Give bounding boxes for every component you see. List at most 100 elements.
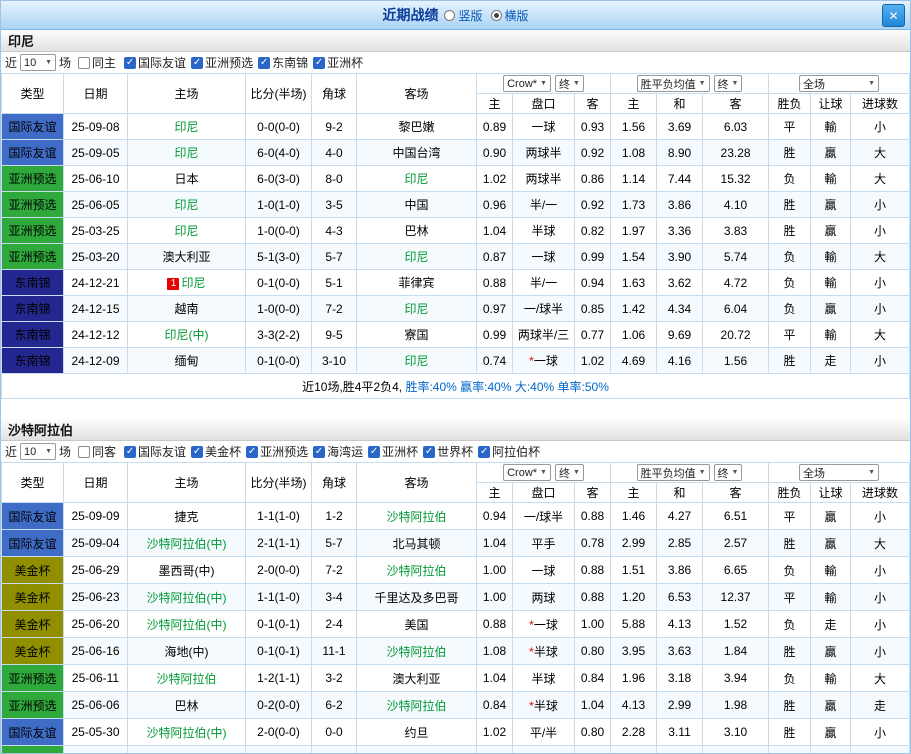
draw-odds-cell: 7.44 — [656, 165, 704, 192]
team-section: 沙特阿拉伯 近 10 ▼ 场 同客 ✓ 国际友谊 ✓ 美金杯 ✓ 亚洲预选 ✓ 海湾运 ✓ 亚洲杯… — [1, 419, 910, 753]
ah-away-odds-cell: 1.04 — [573, 691, 612, 719]
date-cell: 25-06-10 — [63, 165, 128, 192]
ah-home-odds-cell: 1.04 — [476, 664, 513, 692]
match-scope-select[interactable]: 全场 ▼ — [799, 464, 880, 481]
near-label: 近 — [5, 56, 18, 70]
away-win-odds-cell: 1.84 — [702, 637, 770, 665]
away-team-cell: 黎巴嫩 — [356, 113, 477, 140]
away-win-odds-cell: 1.52 — [702, 610, 770, 638]
home-team-cell: 日本 — [127, 165, 246, 192]
league-filter[interactable]: ✓ 阿拉伯杯 — [478, 443, 540, 460]
league-filter-label: 亚洲杯 — [382, 445, 419, 460]
odds-average-select[interactable]: 胜平负均值 ▼ — [636, 464, 710, 481]
match-row: 亚洲预选 25-06-11 沙特阿拉伯 1-2(1-1) 3-2 澳大利亚 1.04 半球 0.… — [1, 664, 910, 692]
same-venue-filter[interactable]: 同客 — [78, 443, 116, 460]
away-team-cell: 澳大利亚 — [356, 664, 477, 692]
home-win-odds-cell: 1.14 — [610, 165, 658, 192]
odds-final-select[interactable]: 终 ▼ — [713, 464, 743, 481]
ah-final-select[interactable]: 终 ▼ — [554, 75, 584, 92]
goals-result-cell: 小 — [850, 502, 910, 530]
near-label: 近 — [5, 445, 18, 459]
odds-average-select[interactable]: 胜平负均值 ▼ — [636, 75, 710, 92]
handicap-result-cell: 贏 — [810, 217, 852, 244]
away-team-name: 北马其顿 — [392, 536, 441, 551]
league-filter[interactable]: ✓ 亚洲预选 — [191, 54, 253, 71]
match-count-select[interactable]: 10 ▼ — [20, 443, 57, 460]
close-button[interactable]: ✕ — [882, 4, 905, 27]
ah-line-cell: 一球 — [512, 113, 575, 140]
subcol-goals: 进球数 — [850, 93, 910, 114]
match-type-cell: 美金杯 — [1, 637, 64, 665]
score-cell: 5-1(3-0) — [245, 243, 312, 270]
away-gives-star: * — [529, 354, 534, 368]
handicap-result-cell: 贏 — [810, 718, 852, 746]
ah-home-odds-cell: 1.04 — [476, 217, 513, 244]
summary-row: 近10场,胜4平2负4, 胜率:40% 赢率:40% 大:40% 单率:50% — [1, 373, 910, 399]
bookmaker-select[interactable]: Crow* ▼ — [503, 75, 551, 92]
corner-cell: 5-1 — [311, 269, 357, 296]
league-filter-label: 亚洲预选 — [205, 56, 254, 71]
away-team-cell: 北马其顿 — [356, 529, 477, 557]
odds-final-select[interactable]: 终 ▼ — [713, 75, 743, 92]
results-table: 类型 日期 主场 比分(半场) 角球 客场 Crow* ▼ 终 ▼ 胜平负均值 … — [1, 462, 910, 753]
checkbox-icon: ✓ — [313, 56, 326, 69]
corner-cell: 8-0 — [311, 165, 357, 192]
league-filter[interactable]: ✓ 海湾运 — [313, 443, 363, 460]
away-team-name: 中国 — [404, 198, 429, 212]
match-type-cell: 美金杯 — [1, 610, 64, 638]
match-row: 国际友谊 25-09-05 印尼 6-0(4-0) 4-0 中国台湾 0.90 两球半 0.92… — [1, 139, 910, 166]
home-win-odds-cell: 1.42 — [610, 295, 658, 322]
league-filter[interactable]: ✓ 亚洲预选 — [246, 443, 308, 460]
home-win-odds-cell: 2.28 — [610, 718, 658, 746]
wdl-result-cell: 胜 — [768, 191, 812, 218]
ah-away-odds-cell: 0.93 — [573, 113, 612, 140]
goals-result-cell: 小 — [850, 295, 910, 322]
wdl-result-cell: 平 — [768, 502, 812, 530]
match-scope-select[interactable]: 全场 ▼ — [799, 75, 880, 92]
results-body: 国际友谊 25-09-09 捷克 1-1(1-0) 1-2 沙特阿拉伯 0.94 一/球半 0.… — [1, 502, 910, 753]
handicap-result-cell: 贏 — [810, 637, 852, 665]
ah-away-odds-cell: 0.86 — [573, 165, 612, 192]
view-option-horizontal[interactable]: 横版 — [490, 7, 529, 24]
league-filter[interactable]: ✓ 亚洲杯 — [313, 54, 363, 71]
corner-cell: 3-4 — [311, 583, 357, 611]
home-team-name: 缅甸 — [174, 354, 199, 368]
subcol-ah-home: 主 — [476, 93, 513, 114]
league-filter[interactable]: ✓ 世界杯 — [423, 443, 473, 460]
draw-odds-cell: 2.85 — [656, 529, 704, 557]
league-filter[interactable]: ✓ 国际友谊 — [124, 443, 186, 460]
away-team-name: 寮国 — [404, 328, 429, 342]
match-count-select[interactable]: 10 ▼ — [20, 54, 57, 71]
date-cell: 24-12-12 — [63, 321, 128, 348]
summary-segment: 胜率:40% — [405, 379, 461, 394]
wdl-result-cell: 胜 — [768, 718, 812, 746]
away-team-name: 澳大利亚 — [392, 671, 441, 686]
league-filter[interactable]: ✓ 国际友谊 — [124, 54, 186, 71]
date-cell: 24-12-21 — [63, 269, 128, 296]
league-filter[interactable]: ✓ 东南锦 — [258, 54, 308, 71]
match-row: 亚洲预选 25-06-06 巴林 0-2(0-0) 6-2 沙特阿拉伯 0.84 *半球 1.0… — [1, 691, 910, 719]
draw-odds-cell: 3.63 — [656, 637, 704, 665]
subcol-wdl: 胜负 — [768, 482, 812, 503]
home-team-cell: 沙特阿拉伯(中) — [127, 718, 246, 746]
ah-home-odds-cell: 0.96 — [476, 191, 513, 218]
league-filter[interactable]: ✓ 美金杯 — [191, 443, 241, 460]
ah-final-select[interactable]: 终 ▼ — [554, 464, 584, 481]
league-filter[interactable]: ✓ 亚洲杯 — [368, 443, 418, 460]
view-option-vertical[interactable]: 竖版 — [444, 7, 483, 24]
match-row: 亚洲预选25-03-25日本0-0(0-0)9-0沙特阿拉伯0.80一球1.00… — [1, 745, 910, 753]
same-venue-filter[interactable]: 同主 — [78, 54, 116, 71]
home-team-name: 墨西哥(中) — [158, 563, 215, 578]
league-filter-label: 国际友谊 — [138, 445, 187, 460]
home-team-cell: 印尼 — [127, 217, 246, 244]
same-venue-label: 同客 — [92, 445, 117, 459]
away-win-odds-cell: 6.04 — [702, 295, 770, 322]
corner-cell: 9-5 — [311, 321, 357, 348]
summary-segment: 近10场,胜4平2负4, — [302, 379, 406, 394]
away-team-cell: 千里达及多巴哥 — [356, 583, 477, 611]
away-win-odds-cell: 3.10 — [702, 718, 770, 746]
home-team-name: 印尼 — [174, 224, 199, 238]
team-name: 印尼 — [8, 34, 35, 49]
home-team-name: 印尼(中) — [164, 328, 209, 342]
bookmaker-select[interactable]: Crow* ▼ — [503, 464, 551, 481]
